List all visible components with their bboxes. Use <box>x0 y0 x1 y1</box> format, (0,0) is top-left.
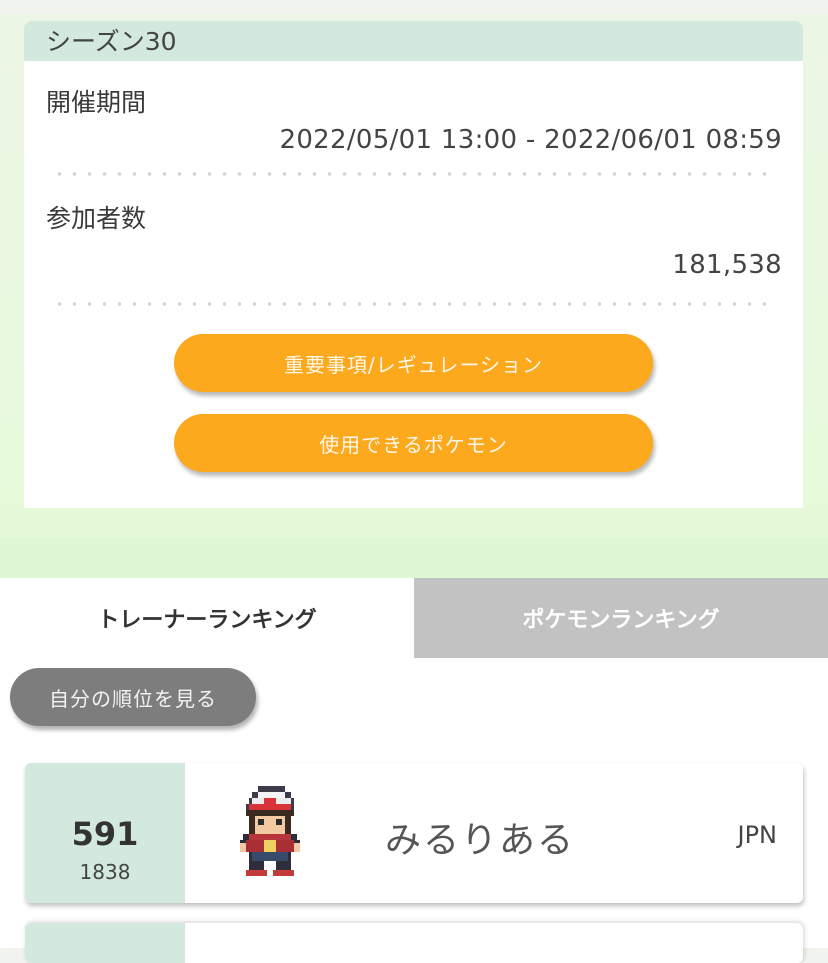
usable-pokemon-button[interactable]: 使用できるポケモン <box>174 414 653 472</box>
period-value: 2022/05/01 13:00 - 2022/06/01 08:59 <box>279 125 782 155</box>
rating-value: 1838 <box>79 860 131 884</box>
dotted-divider <box>52 172 776 176</box>
ranking-row[interactable] <box>25 923 803 963</box>
rank-cell <box>25 923 185 963</box>
player-name: みるりある <box>385 820 576 861</box>
season-title: シーズン30 <box>46 27 177 56</box>
rank-number: 591 <box>71 815 139 853</box>
tab-trainer-ranking[interactable]: トレーナーランキング <box>0 578 414 658</box>
participants-label: 参加者数 <box>46 204 147 233</box>
season-info-card: シーズン30 開催期間 2022/05/01 13:00 - 2022/06/0… <box>24 21 803 508</box>
dotted-divider <box>52 302 776 306</box>
tab-pokemon-ranking[interactable]: ポケモンランキング <box>414 578 828 658</box>
my-rank-button[interactable]: 自分の順位を見る <box>10 668 256 726</box>
participants-value: 181,538 <box>672 250 782 280</box>
regulation-button[interactable]: 重要事項/レギュレーション <box>174 334 653 392</box>
rank-cell: 591 1838 <box>25 763 185 903</box>
period-label: 開催期間 <box>46 88 147 117</box>
section-divider-band <box>0 538 828 578</box>
country-code: JPN <box>737 821 777 849</box>
season-header: シーズン30 <box>24 21 803 61</box>
trainer-sprite-icon <box>240 786 300 876</box>
ranking-row[interactable]: 591 1838 みるりある JPN <box>25 763 803 903</box>
